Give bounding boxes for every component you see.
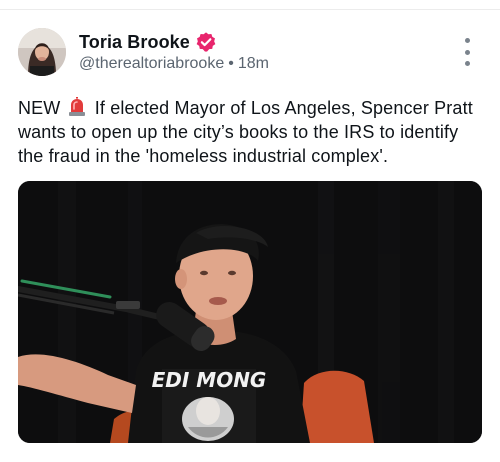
shirt-text: EDI MONG bbox=[152, 368, 267, 392]
post-video-thumbnail[interactable]: EDI MONG bbox=[18, 181, 482, 443]
more-vertical-icon bbox=[464, 38, 470, 43]
author-handle[interactable]: @therealtoriabrooke bbox=[79, 55, 224, 72]
post-text: If elected Mayor of Los Angeles, Spencer… bbox=[18, 98, 473, 166]
post-body: NEW If elected Mayor of Los Angeles, Spe… bbox=[18, 96, 488, 168]
shirt-graphic: EDI MONG bbox=[152, 368, 267, 443]
separator-dot: • bbox=[228, 55, 234, 72]
avatar-image bbox=[18, 28, 66, 76]
police-light-icon bbox=[68, 97, 85, 116]
top-divider bbox=[0, 9, 500, 10]
post-timestamp[interactable]: 18m bbox=[238, 55, 269, 72]
verified-badge-icon bbox=[196, 32, 216, 52]
post-text-prefix: NEW bbox=[18, 98, 61, 118]
more-options-button[interactable] bbox=[458, 38, 476, 66]
orange-chair bbox=[300, 370, 374, 443]
avatar[interactable] bbox=[18, 28, 66, 76]
video-frame: EDI MONG bbox=[18, 181, 482, 443]
author-name[interactable]: Toria Brooke bbox=[79, 32, 190, 53]
